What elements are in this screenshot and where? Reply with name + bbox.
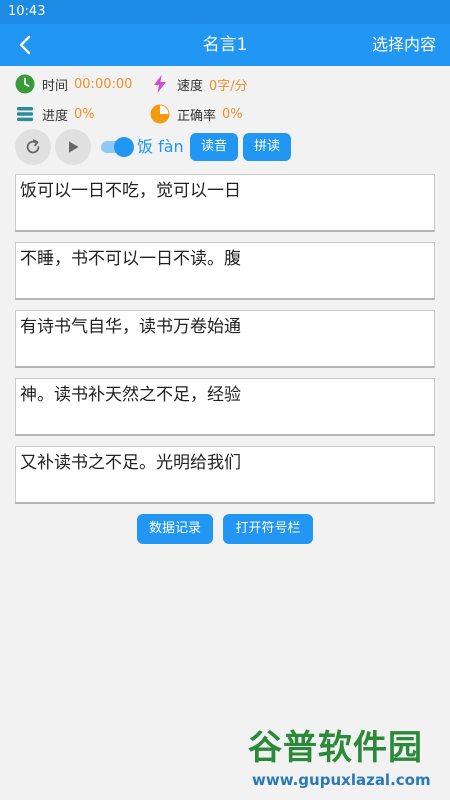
app-bar: 名言1 选择内容 xyxy=(0,24,450,66)
restart-button[interactable] xyxy=(15,129,51,165)
play-button[interactable] xyxy=(55,129,91,165)
pie-chart-icon xyxy=(150,104,170,124)
speed-stat: 速度 0字/分 xyxy=(150,73,248,95)
lightning-icon xyxy=(154,75,166,93)
watermark-logo: 谷普软件园 www.gupuxlazal.com xyxy=(248,728,448,798)
status-time: 10:43 xyxy=(8,4,46,19)
text-line-content: 饭可以一日不吃，觉可以一日 xyxy=(20,181,241,201)
accuracy-value: 0% xyxy=(222,106,243,122)
progress-label: 进度 xyxy=(42,108,69,124)
text-line[interactable]: 又补读书之不足。光明给我们 xyxy=(15,446,435,504)
time-label: 时间 xyxy=(42,78,69,94)
toggle-thumb xyxy=(114,137,134,157)
text-line[interactable]: 神。读书补天然之不足，经验 xyxy=(15,378,435,436)
text-line-content: 不睡，书不可以一日不读。腹 xyxy=(20,249,241,269)
text-line[interactable]: 饭可以一日不吃，觉可以一日 xyxy=(15,174,435,232)
accuracy-stat: 正确率 0% xyxy=(150,103,243,125)
progress-value: 0% xyxy=(74,106,95,122)
text-line-content: 有诗书气自华，读书万卷始通 xyxy=(20,317,241,337)
refresh-icon xyxy=(26,139,40,154)
pinyin-label: 饭 fàn xyxy=(137,137,184,156)
time-stat: 时间 00:00:00 xyxy=(15,73,132,95)
play-icon xyxy=(69,141,79,153)
text-line[interactable]: 有诗书气自华，读书万卷始通 xyxy=(15,310,435,368)
select-content-button[interactable]: 选择内容 xyxy=(372,24,436,66)
clock-icon xyxy=(15,74,35,94)
text-line-content: 又补读书之不足。光明给我们 xyxy=(20,453,241,473)
watermark-title: 谷普软件园 xyxy=(248,728,423,768)
open-symbols-button[interactable]: 打开符号栏 xyxy=(223,514,313,544)
text-line[interactable]: 不睡，书不可以一日不读。腹 xyxy=(15,242,435,300)
pinyin-toggle[interactable] xyxy=(101,137,134,157)
progress-bars-icon xyxy=(17,107,33,122)
status-bar: 10:43 xyxy=(0,0,450,24)
read-aloud-button[interactable]: 读音 xyxy=(190,133,238,161)
spell-button[interactable]: 拼读 xyxy=(243,133,291,161)
accuracy-label: 正确率 xyxy=(177,108,217,124)
text-line-content: 神。读书补天然之不足，经验 xyxy=(20,385,241,405)
speed-value: 0字/分 xyxy=(209,78,248,94)
data-records-button[interactable]: 数据记录 xyxy=(137,514,213,544)
speed-label: 速度 xyxy=(177,78,204,94)
watermark-url: www.gupuxlazal.com xyxy=(252,771,431,789)
progress-stat: 进度 0% xyxy=(15,103,95,125)
time-value: 00:00:00 xyxy=(74,76,133,92)
